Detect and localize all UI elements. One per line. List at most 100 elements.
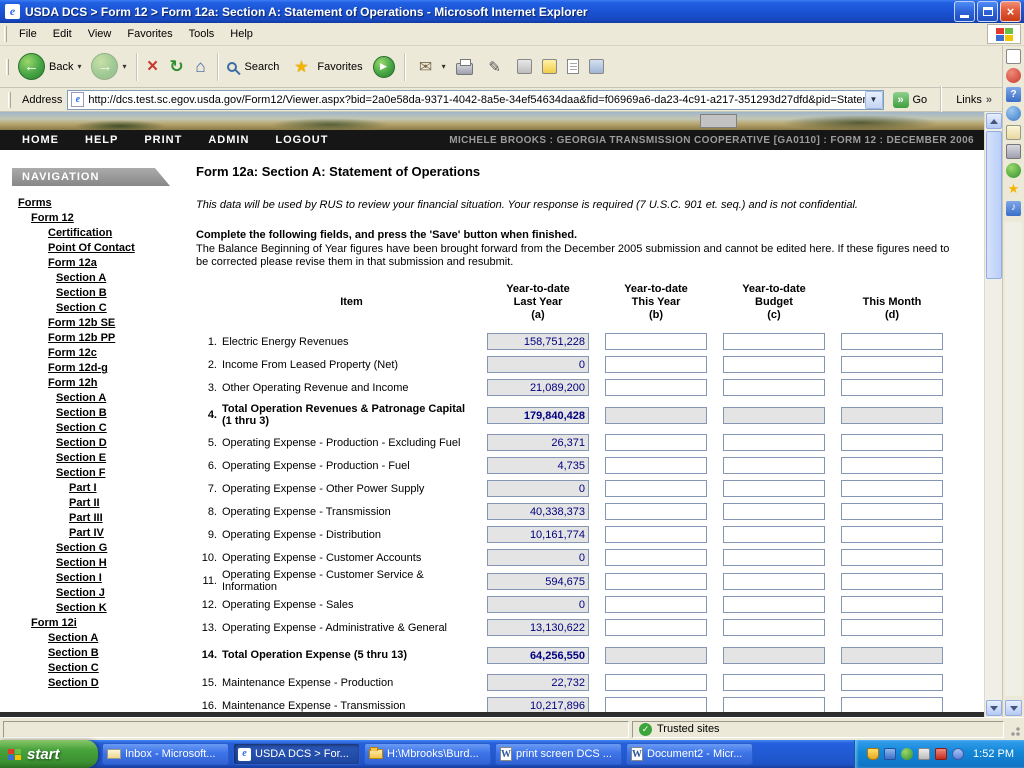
sidebar-link-section-h[interactable]: Section H [56, 556, 184, 571]
field-col-c[interactable] [723, 674, 825, 691]
taskbar-button-usda-dcs-for[interactable]: USDA DCS > For... [233, 743, 360, 765]
field-col-d[interactable] [841, 526, 943, 543]
messenger-icon[interactable] [901, 748, 913, 760]
field-col-d[interactable] [841, 674, 943, 691]
nav-help[interactable]: HELP [85, 134, 118, 146]
taskbar-button-document2-micr[interactable]: Document2 - Micr... [626, 743, 753, 765]
security-shield-icon[interactable] [867, 748, 879, 760]
scrollbar-thumb[interactable] [986, 131, 1002, 279]
sidebar-link-form-12b-pp[interactable]: Form 12b PP [48, 331, 184, 346]
sidebar-link-section-a[interactable]: Section A [56, 391, 184, 406]
edit-button[interactable]: ✎ [478, 52, 512, 82]
menu-item-edit[interactable]: Edit [45, 24, 80, 44]
taskbar-button-inbox-microsoft[interactable]: Inbox - Microsoft... [102, 743, 229, 765]
field-col-b[interactable] [605, 379, 707, 396]
media-button[interactable]: ▶ [368, 54, 400, 80]
field-col-b[interactable] [605, 596, 707, 613]
resize-grip[interactable] [1007, 721, 1021, 738]
outer-scroll-track[interactable] [1005, 222, 1022, 696]
field-col-c[interactable] [723, 619, 825, 636]
taskbar-button-h-mbrooks-burd[interactable]: H:\Mbrooks\Burd... [364, 743, 491, 765]
address-dropdown-button[interactable]: ▼ [865, 91, 883, 109]
messenger-icon[interactable] [1006, 163, 1021, 178]
sidebar-link-form-12a[interactable]: Form 12a [48, 256, 184, 271]
forward-button[interactable]: → ▾ [86, 51, 131, 82]
field-col-b[interactable] [605, 480, 707, 497]
field-col-d[interactable] [841, 457, 943, 474]
messenger-button[interactable] [512, 57, 537, 76]
help-icon[interactable] [1006, 87, 1021, 102]
media-icon[interactable] [1006, 201, 1021, 216]
restore-button[interactable] [977, 1, 998, 22]
field-col-d[interactable] [841, 503, 943, 520]
close-button[interactable]: × [1000, 1, 1021, 22]
updates-icon[interactable] [952, 748, 964, 760]
sidebar-link-section-i[interactable]: Section I [56, 571, 184, 586]
field-col-b[interactable] [605, 333, 707, 350]
field-col-b[interactable] [605, 503, 707, 520]
sidebar-link-part-ii[interactable]: Part II [69, 496, 184, 511]
network-icon[interactable] [884, 748, 896, 760]
menu-item-favorites[interactable]: Favorites [119, 24, 180, 44]
globe-icon[interactable] [1006, 106, 1021, 121]
sidebar-link-section-a[interactable]: Section A [56, 271, 184, 286]
field-col-d[interactable] [841, 379, 943, 396]
field-col-c[interactable] [723, 379, 825, 396]
field-col-c[interactable] [723, 457, 825, 474]
content-scrollbar[interactable] [984, 112, 1002, 717]
menu-item-view[interactable]: View [80, 24, 120, 44]
volume-icon[interactable] [918, 748, 930, 760]
document-button[interactable] [562, 57, 584, 76]
field-col-c[interactable] [723, 356, 825, 373]
field-col-c[interactable] [723, 434, 825, 451]
field-col-d[interactable] [841, 596, 943, 613]
favorites-button[interactable]: ★ Favorites [284, 52, 367, 82]
mail-button[interactable]: ✉ ▾ [409, 52, 451, 82]
start-button[interactable]: start [0, 740, 98, 768]
outer-scroll-down-button[interactable] [1005, 700, 1022, 716]
print-button[interactable] [451, 57, 478, 77]
print-icon[interactable] [1006, 144, 1021, 159]
sidebar-link-part-iii[interactable]: Part III [69, 511, 184, 526]
field-col-b[interactable] [605, 573, 707, 590]
sidebar-link-form-12b-se[interactable]: Form 12b SE [48, 316, 184, 331]
field-col-d[interactable] [841, 333, 943, 350]
go-button[interactable]: Go [889, 92, 932, 108]
address-input[interactable] [88, 92, 864, 108]
sidebar-link-section-c[interactable]: Section C [56, 301, 184, 316]
sidebar-link-section-c[interactable]: Section C [56, 421, 184, 436]
field-col-b[interactable] [605, 356, 707, 373]
sidebar-link-part-i[interactable]: Part I [69, 481, 184, 496]
sidebar-link-section-b[interactable]: Section B [48, 646, 184, 661]
sidebar-link-point-of-contact[interactable]: Point Of Contact [48, 241, 184, 256]
antivirus-icon[interactable] [935, 748, 947, 760]
record-icon[interactable] [1006, 68, 1021, 83]
field-col-d[interactable] [841, 480, 943, 497]
field-col-d[interactable] [841, 434, 943, 451]
minimize-button[interactable] [954, 1, 975, 22]
back-dropdown-icon[interactable]: ▾ [77, 62, 81, 71]
forward-dropdown-icon[interactable]: ▾ [122, 62, 126, 71]
sidebar-link-section-c[interactable]: Section C [48, 661, 184, 676]
sidebar-link-section-e[interactable]: Section E [56, 451, 184, 466]
menu-item-help[interactable]: Help [222, 24, 261, 44]
scroll-up-button[interactable] [986, 113, 1002, 129]
field-col-d[interactable] [841, 549, 943, 566]
field-col-c[interactable] [723, 333, 825, 350]
nav-home[interactable]: HOME [22, 134, 59, 146]
sidebar-link-section-f[interactable]: Section F [56, 466, 184, 481]
sidebar-link-section-b[interactable]: Section B [56, 286, 184, 301]
field-col-c[interactable] [723, 480, 825, 497]
field-col-c[interactable] [723, 549, 825, 566]
scroll-down-button[interactable] [986, 700, 1002, 716]
field-col-c[interactable] [723, 503, 825, 520]
field-col-c[interactable] [723, 526, 825, 543]
field-col-b[interactable] [605, 549, 707, 566]
back-button[interactable]: ← Back ▾ [13, 51, 86, 82]
refresh-button[interactable]: ↻ [165, 54, 189, 80]
nav-admin[interactable]: ADMIN [208, 134, 249, 146]
sidebar-link-part-iv[interactable]: Part IV [69, 526, 184, 541]
search-button[interactable]: Search [222, 59, 285, 75]
sidebar-link-section-b[interactable]: Section B [56, 406, 184, 421]
sidebar-link-form-12d-g[interactable]: Form 12d-g [48, 361, 184, 376]
